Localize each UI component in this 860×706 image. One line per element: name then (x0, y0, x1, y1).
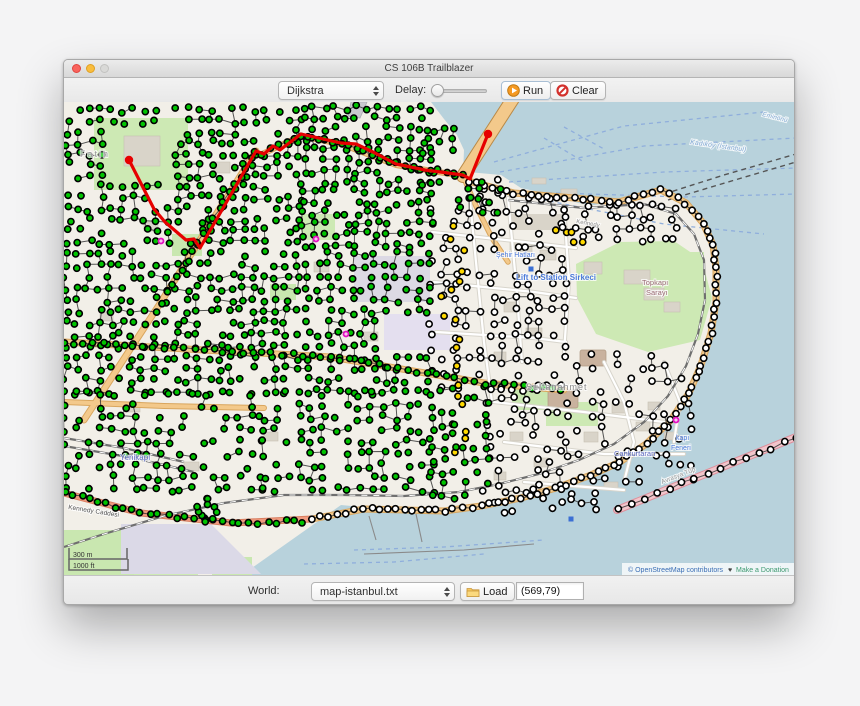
window-title: CS 106B Trailblazer (64, 60, 794, 77)
map-label: kapı (676, 435, 689, 442)
scale-imperial: 1000 ft (73, 563, 94, 570)
map-label: Yenikapı (120, 453, 150, 462)
map-label: Şehir Hatları (496, 252, 535, 259)
end-node (484, 130, 492, 138)
toolbar: Dijkstra Delay: Run Clear (64, 78, 794, 104)
run-button[interactable]: Run (501, 81, 551, 100)
attribution-bar: © OpenStreetMap contributors ♥ Make a Dona… (622, 563, 795, 575)
popup-arrows-icon (444, 583, 450, 600)
map-label: Fatih (80, 149, 110, 159)
folder-icon (466, 586, 480, 598)
load-button[interactable]: Load (460, 582, 515, 601)
coordinate-field[interactable] (516, 582, 584, 600)
map-label: Cankurtaran (614, 449, 655, 458)
load-button-label: Load (483, 586, 507, 598)
transit-icon (569, 517, 574, 522)
map-label: Lift to Station Sirkeci (516, 273, 596, 282)
run-button-label: Run (523, 85, 543, 97)
transit-icon (529, 267, 534, 272)
donation-link[interactable]: Make a Donation (736, 567, 789, 574)
popup-arrows-icon (373, 82, 379, 99)
osm-attribution-link[interactable]: © OpenStreetMap contributors (628, 566, 724, 574)
map-label: Sarayı (646, 288, 668, 297)
map-label: Sultanahmet (526, 382, 588, 392)
scale-metric: 300 m (73, 552, 93, 559)
delay-slider[interactable] (431, 81, 487, 100)
map-label: Feneri (671, 445, 691, 452)
bottom-bar: World: map-istanbul.txt Load (64, 575, 795, 605)
clear-button[interactable]: Clear (550, 81, 606, 100)
map-label: Topkapı (642, 278, 668, 287)
algorithm-select[interactable]: Dijkstra (278, 81, 384, 100)
clear-button-label: Clear (572, 85, 598, 97)
slider-knob[interactable] (431, 84, 444, 97)
world-label: World: (248, 576, 280, 605)
title-bar: CS 106B Trailblazer (64, 60, 794, 78)
world-select-value: map-istanbul.txt (320, 586, 398, 598)
algorithm-select-value: Dijkstra (287, 85, 324, 97)
map-view[interactable]: FatihYenikapıKennedy CaddesiKennedyŞehir… (64, 102, 795, 575)
delay-label: Delay: (395, 78, 426, 103)
play-icon (507, 84, 520, 97)
heart-icon: ♥ (728, 567, 732, 574)
clear-icon (556, 84, 569, 97)
start-node (125, 156, 133, 164)
world-select[interactable]: map-istanbul.txt (311, 582, 455, 601)
app-window: CS 106B Trailblazer Dijkstra Delay: Run (63, 59, 795, 605)
map-canvas[interactable]: FatihYenikapıKennedy CaddesiKennedyŞehir… (64, 102, 795, 575)
